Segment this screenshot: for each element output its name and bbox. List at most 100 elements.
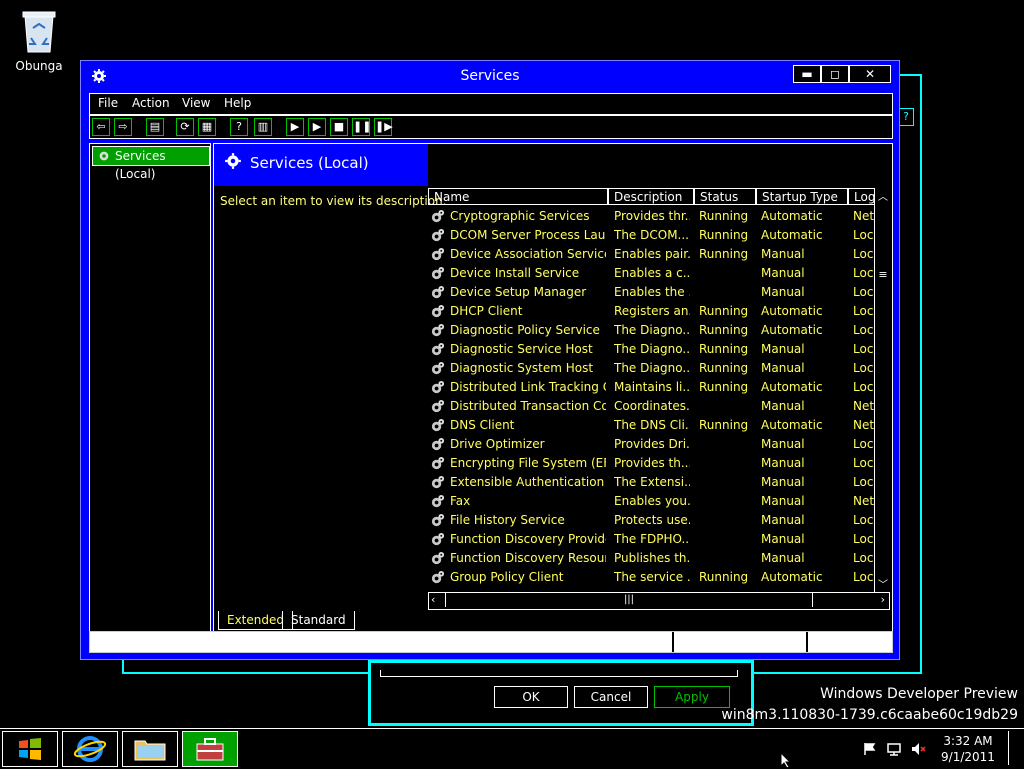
table-row[interactable]: Encrypting File System (EFS) Provides th.…	[428, 454, 874, 473]
table-row[interactable]: Function Discovery Resourc... Publishes t…	[428, 549, 874, 568]
scroll-down-icon[interactable]: ﹀	[877, 576, 889, 591]
properties-button[interactable]: ▥	[254, 118, 272, 136]
cell-desc: Protects use...	[614, 513, 690, 527]
column-header-status[interactable]: Status	[694, 188, 756, 205]
menu-file[interactable]: File	[98, 96, 118, 110]
column-header-startup-type[interactable]: Startup Type	[756, 188, 848, 205]
cell-desc: Coordinates...	[614, 399, 690, 413]
watermark-build: win8m3.110830-1739.c6caabe60c19db29	[721, 707, 1018, 723]
table-row[interactable]: Distributed Link Tracking Cl... Maintains…	[428, 378, 874, 397]
apply-button[interactable]: Apply	[654, 686, 730, 708]
table-row[interactable]: Distributed Transaction Co... Coordinates…	[428, 397, 874, 416]
service-gear-icon	[431, 437, 445, 451]
action-center-flag-icon[interactable]	[862, 741, 878, 757]
forward-button[interactable]: ⇨	[114, 118, 132, 136]
table-row[interactable]: Function Discovery Provide... The FDPHO..…	[428, 530, 874, 549]
start-service-button[interactable]: ▶	[286, 118, 304, 136]
help-toolbar-button[interactable]: ?	[230, 118, 248, 136]
column-header-name[interactable]: Name	[428, 188, 608, 205]
pause-service-button[interactable]: ❚❚	[352, 118, 371, 136]
close-button[interactable]: ✕	[849, 65, 891, 83]
ok-button[interactable]: OK	[494, 686, 568, 708]
cell-logon: Loc	[853, 323, 874, 337]
start-service-alt-button[interactable]: ▶	[308, 118, 326, 136]
start-button[interactable]	[2, 731, 58, 767]
cell-desc: Provides Dri...	[614, 437, 690, 451]
table-row[interactable]: Device Association Service Enables pair..…	[428, 245, 874, 264]
services-window[interactable]: Services ▬ ◻ ✕ File Action View Help ⇦ ⇨…	[80, 60, 900, 660]
menu-view[interactable]: View	[182, 96, 210, 110]
taskbar-internet-explorer[interactable]	[62, 731, 118, 767]
cell-name: DCOM Server Process Laun...	[450, 228, 606, 242]
service-gear-icon	[431, 361, 445, 375]
restart-service-button[interactable]: ❚▶	[374, 118, 393, 136]
speaker-muted-icon[interactable]	[910, 741, 926, 757]
taskbar-services[interactable]	[182, 731, 238, 767]
windows-logo-icon	[19, 738, 41, 760]
cell-logon: Loc	[853, 475, 874, 489]
scroll-right-icon[interactable]: ›	[881, 593, 885, 606]
cell-startup: Manual	[761, 456, 805, 470]
cell-name: Distributed Link Tracking Cl...	[450, 380, 606, 394]
taskbar-file-explorer[interactable]	[122, 731, 178, 767]
table-row[interactable]: Fax Enables you... Manual Net	[428, 492, 874, 511]
tree-item-label: Services (Local)	[115, 149, 166, 181]
column-header-log-on-as[interactable]: Log	[848, 188, 874, 205]
minimize-button[interactable]: ▬	[793, 65, 821, 83]
table-row[interactable]: Diagnostic Service Host The Diagno... Runn…	[428, 340, 874, 359]
table-row[interactable]: Device Setup Manager Enables the ... Manua…	[428, 283, 874, 302]
cell-name: Group Policy Client	[450, 570, 564, 584]
show-desktop-button[interactable]	[1008, 731, 1023, 765]
table-row[interactable]: Device Install Service Enables a c... Manu…	[428, 264, 874, 283]
table-row[interactable]: DNS Client The DNS Cli... Running Automatic…	[428, 416, 874, 435]
cell-name: Function Discovery Resourc...	[450, 551, 606, 565]
cell-logon: Loc	[853, 456, 874, 470]
network-icon[interactable]	[886, 741, 902, 757]
cell-name: Extensible Authentication P...	[450, 475, 606, 489]
scroll-thumb[interactable]: ≡	[878, 268, 888, 282]
table-row[interactable]: Drive Optimizer Provides Dri... Manual Loc	[428, 435, 874, 454]
table-row[interactable]: Extensible Authentication P... The Extens…	[428, 473, 874, 492]
table-row[interactable]: Cryptographic Services Provides thr... Run…	[428, 207, 874, 226]
cell-desc: The Extensi...	[614, 475, 690, 489]
recycle-bin[interactable]: Obunga	[14, 8, 64, 73]
service-gear-icon	[431, 570, 445, 584]
help-button[interactable]: ?	[898, 108, 914, 126]
cancel-button[interactable]: Cancel	[574, 686, 648, 708]
cell-logon: Loc	[853, 513, 874, 527]
horizontal-scrollbar[interactable]: ‹ ||| ›	[428, 592, 890, 610]
service-gear-icon	[431, 380, 445, 394]
table-row[interactable]: DHCP Client Registers an... Running Automat…	[428, 302, 874, 321]
back-button[interactable]: ⇦	[92, 118, 110, 136]
toolbar: ⇦ ⇨ ▤ ⟳ ▦ ? ▥ ▶ ▶ ■ ❚❚ ❚▶	[89, 115, 893, 139]
service-gear-icon	[431, 494, 445, 508]
cell-status: Running	[699, 342, 749, 356]
column-header-description[interactable]: Description	[608, 188, 694, 205]
cell-startup: Manual	[761, 513, 805, 527]
vertical-scrollbar[interactable]: ︿ ≡ ﹀	[874, 188, 891, 598]
menu-action[interactable]: Action	[132, 96, 170, 110]
table-row[interactable]: Group Policy Client The service ... Runnin…	[428, 568, 874, 587]
show-hide-tree-button[interactable]: ▤	[146, 118, 164, 136]
cell-startup: Manual	[761, 285, 805, 299]
table-row[interactable]: DCOM Server Process Laun... The DCOM... Ru…	[428, 226, 874, 245]
system-clock[interactable]: 3:32 AM 9/1/2011	[938, 733, 998, 765]
scroll-up-icon[interactable]: ︿	[877, 188, 889, 203]
tree-item-services-local[interactable]: Services (Local)	[92, 146, 210, 181]
horizontal-scroll-thumb[interactable]: |||	[445, 593, 813, 607]
title-bar[interactable]: Services ▬ ◻ ✕	[81, 61, 899, 91]
cell-name: Diagnostic Policy Service	[450, 323, 600, 337]
export-list-button[interactable]: ▦	[198, 118, 216, 136]
cell-name: DHCP Client	[450, 304, 523, 318]
tab-standard[interactable]: Standard	[282, 611, 355, 630]
cell-desc: Enables you...	[614, 494, 690, 508]
refresh-button[interactable]: ⟳	[176, 118, 194, 136]
stop-service-button[interactable]: ■	[330, 118, 348, 136]
table-row[interactable]: Diagnostic System Host The Diagno... Runni…	[428, 359, 874, 378]
maximize-button[interactable]: ◻	[821, 65, 849, 83]
menu-help[interactable]: Help	[224, 96, 251, 110]
cell-startup: Manual	[761, 399, 805, 413]
table-row[interactable]: Diagnostic Policy Service The Diagno... Ru…	[428, 321, 874, 340]
table-row[interactable]: File History Service Protects use... Manua…	[428, 511, 874, 530]
scroll-left-icon[interactable]: ‹	[431, 593, 435, 606]
